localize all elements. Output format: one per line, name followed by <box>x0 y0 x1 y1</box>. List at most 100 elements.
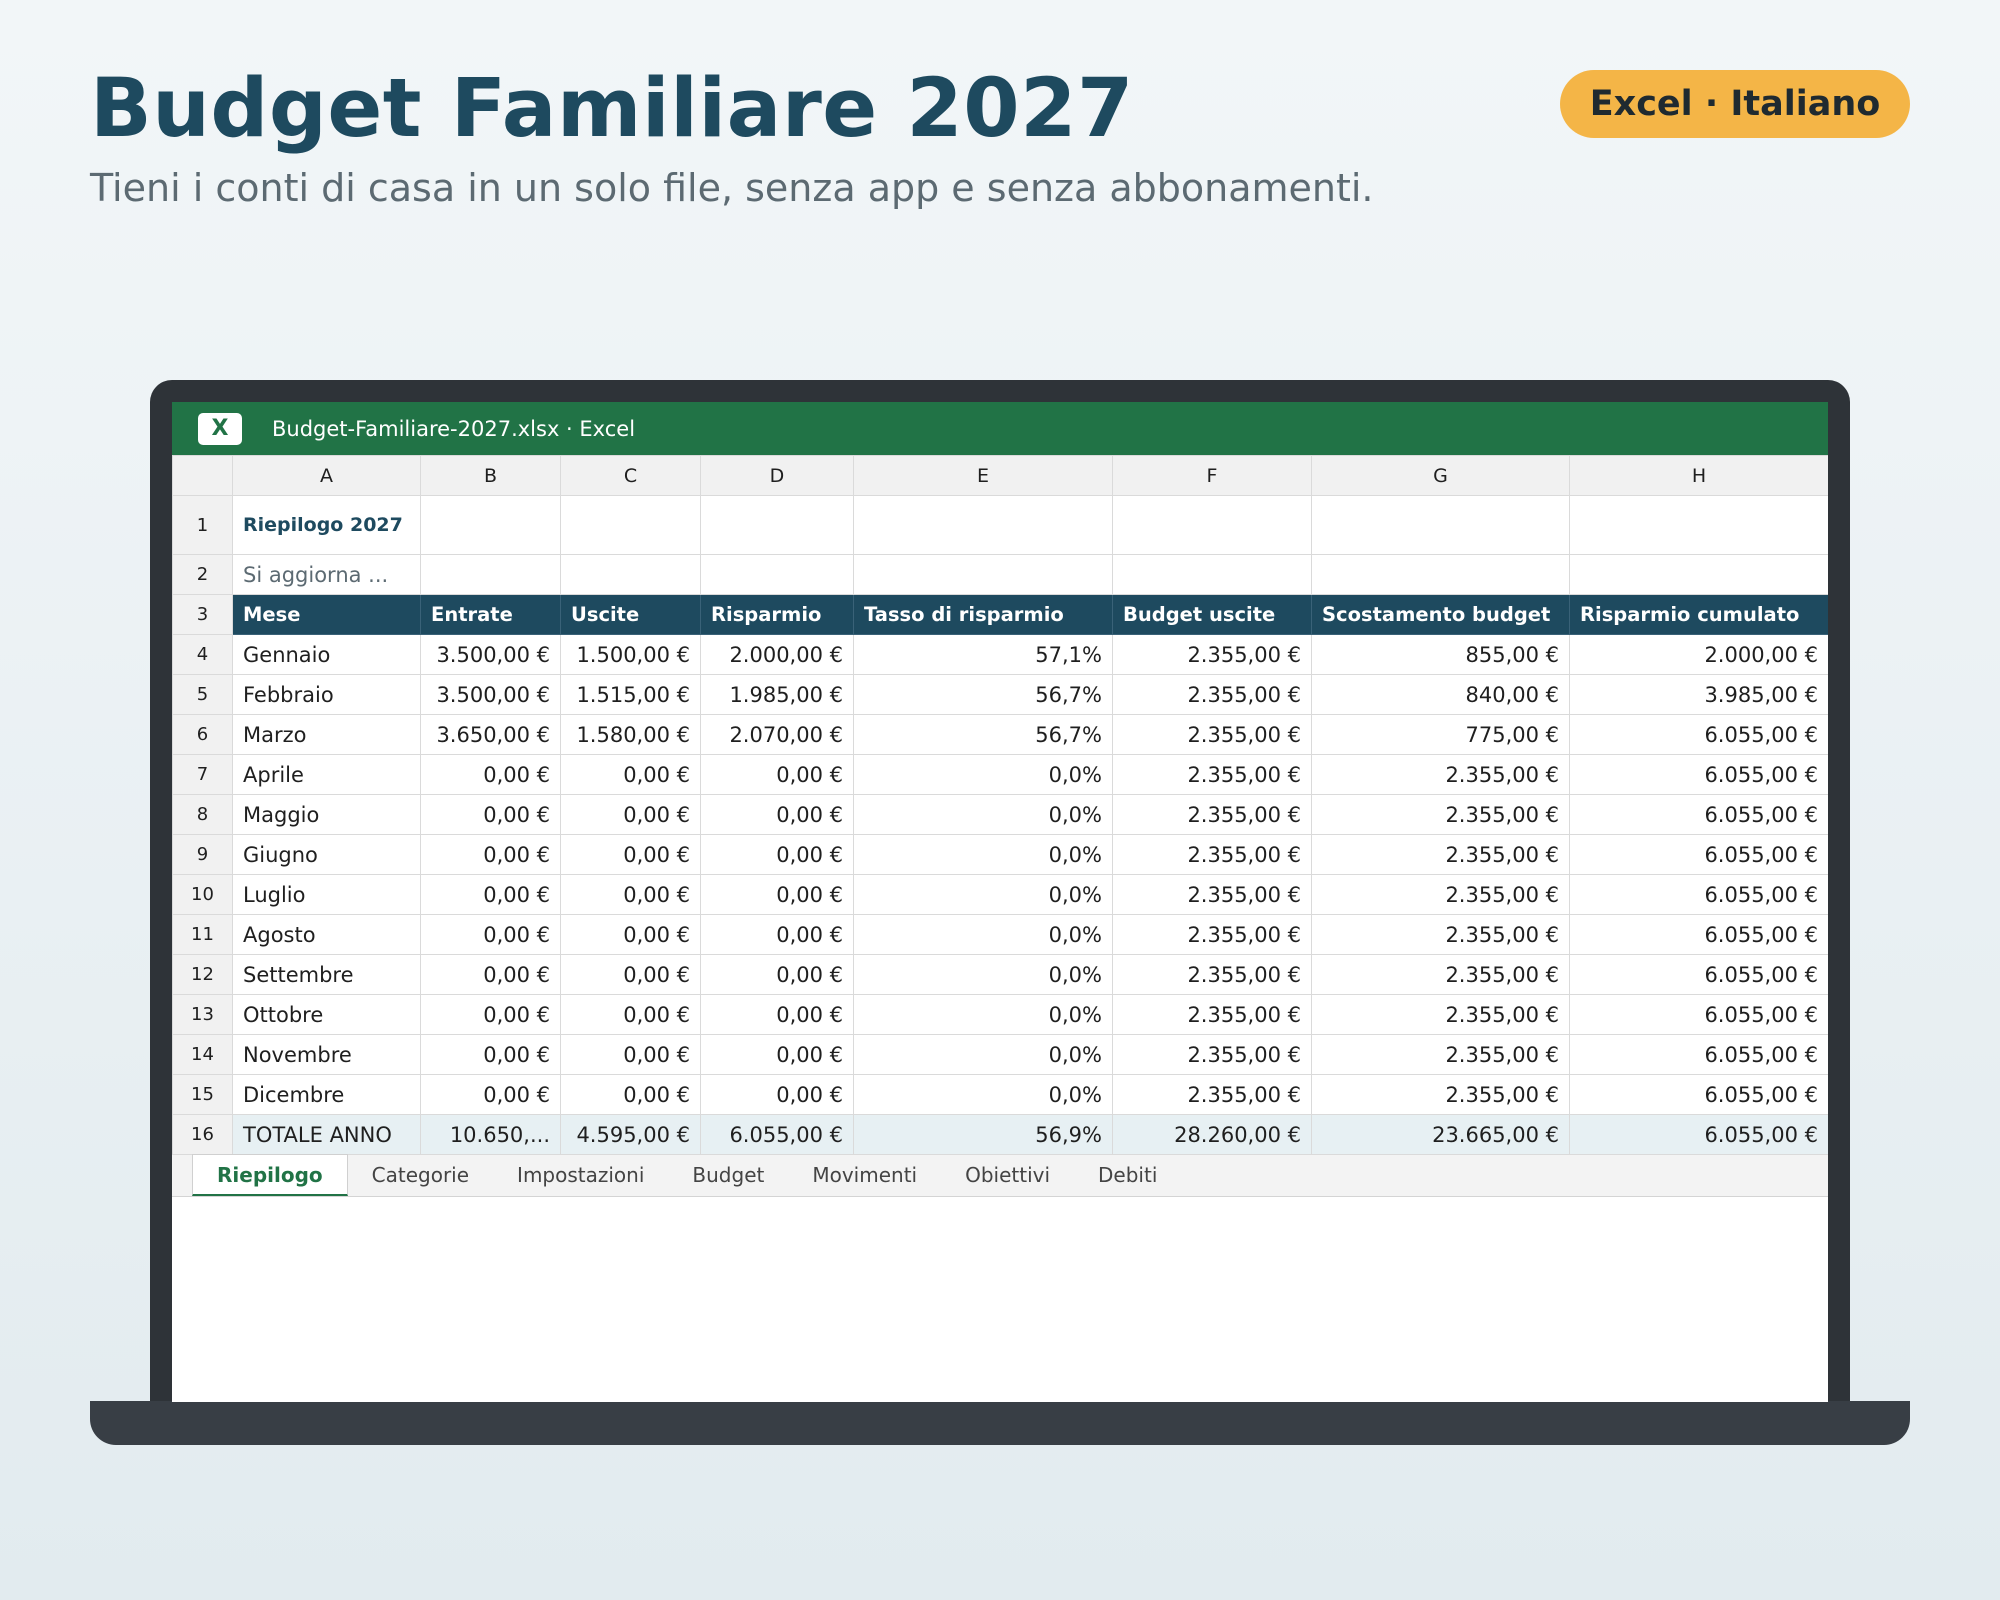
value-cell[interactable]: 0,0% <box>853 954 1113 995</box>
empty-cell[interactable] <box>853 495 1113 555</box>
value-cell[interactable]: 57,1% <box>853 634 1113 675</box>
column-header-h[interactable]: H <box>1569 455 1828 496</box>
empty-cell[interactable] <box>853 554 1113 595</box>
total-value-cell[interactable]: 56,9% <box>853 1114 1113 1155</box>
value-cell[interactable]: 0,00 € <box>560 994 701 1035</box>
value-cell[interactable]: 6.055,00 € <box>1569 874 1828 915</box>
empty-cell[interactable] <box>1311 495 1570 555</box>
month-cell[interactable]: Luglio <box>232 874 421 915</box>
value-cell[interactable]: 2.355,00 € <box>1112 994 1312 1035</box>
row-header[interactable]: 8 <box>172 794 233 835</box>
value-cell[interactable]: 0,0% <box>853 1074 1113 1115</box>
month-cell[interactable]: Febbraio <box>232 674 421 715</box>
select-all-corner[interactable] <box>172 455 233 496</box>
value-cell[interactable]: 0,00 € <box>560 914 701 955</box>
update-note-cell[interactable]: Si aggiorna ... <box>232 554 421 595</box>
value-cell[interactable]: 6.055,00 € <box>1569 794 1828 835</box>
value-cell[interactable]: 2.355,00 € <box>1311 1074 1570 1115</box>
value-cell[interactable]: 0,00 € <box>700 1074 854 1115</box>
value-cell[interactable]: 6.055,00 € <box>1569 1074 1828 1115</box>
column-header-a[interactable]: A <box>232 455 421 496</box>
column-header-f[interactable]: F <box>1112 455 1312 496</box>
value-cell[interactable]: 56,7% <box>853 674 1113 715</box>
sheet-tab-obiettivi[interactable]: Obiettivi <box>941 1154 1074 1196</box>
total-value-cell[interactable]: 23.665,00 € <box>1311 1114 1570 1155</box>
month-cell[interactable]: Marzo <box>232 714 421 755</box>
table-header-cell[interactable]: Risparmio <box>700 594 854 635</box>
value-cell[interactable]: 0,0% <box>853 754 1113 795</box>
value-cell[interactable]: 3.500,00 € <box>420 634 561 675</box>
value-cell[interactable]: 2.070,00 € <box>700 714 854 755</box>
empty-cell[interactable] <box>1311 554 1570 595</box>
empty-cell[interactable] <box>1569 495 1828 555</box>
value-cell[interactable]: 0,00 € <box>560 1074 701 1115</box>
value-cell[interactable]: 6.055,00 € <box>1569 954 1828 995</box>
sheet-tab-categorie[interactable]: Categorie <box>348 1154 493 1196</box>
value-cell[interactable]: 0,00 € <box>420 794 561 835</box>
value-cell[interactable]: 0,00 € <box>420 914 561 955</box>
table-header-cell[interactable]: Scostamento budget <box>1311 594 1570 635</box>
value-cell[interactable]: 0,00 € <box>700 754 854 795</box>
table-header-cell[interactable]: Entrate <box>420 594 561 635</box>
value-cell[interactable]: 0,0% <box>853 1034 1113 1075</box>
table-header-cell[interactable]: Tasso di risparmio <box>853 594 1113 635</box>
value-cell[interactable]: 6.055,00 € <box>1569 754 1828 795</box>
value-cell[interactable]: 0,00 € <box>560 794 701 835</box>
value-cell[interactable]: 6.055,00 € <box>1569 714 1828 755</box>
value-cell[interactable]: 0,00 € <box>420 994 561 1035</box>
month-cell[interactable]: Gennaio <box>232 634 421 675</box>
value-cell[interactable]: 855,00 € <box>1311 634 1570 675</box>
empty-cell[interactable] <box>700 495 854 555</box>
value-cell[interactable]: 2.355,00 € <box>1112 754 1312 795</box>
column-header-c[interactable]: C <box>560 455 701 496</box>
value-cell[interactable]: 0,00 € <box>700 994 854 1035</box>
value-cell[interactable]: 0,00 € <box>700 914 854 955</box>
row-header[interactable]: 5 <box>172 674 233 715</box>
table-header-cell[interactable]: Budget uscite <box>1112 594 1312 635</box>
value-cell[interactable]: 840,00 € <box>1311 674 1570 715</box>
value-cell[interactable]: 2.000,00 € <box>1569 634 1828 675</box>
value-cell[interactable]: 2.355,00 € <box>1112 1034 1312 1075</box>
value-cell[interactable]: 56,7% <box>853 714 1113 755</box>
value-cell[interactable]: 6.055,00 € <box>1569 994 1828 1035</box>
value-cell[interactable]: 0,00 € <box>700 794 854 835</box>
empty-cell[interactable] <box>420 554 561 595</box>
month-cell[interactable]: Giugno <box>232 834 421 875</box>
sheet-tab-movimenti[interactable]: Movimenti <box>788 1154 941 1196</box>
sheet-tab-debiti[interactable]: Debiti <box>1074 1154 1181 1196</box>
value-cell[interactable]: 0,00 € <box>560 834 701 875</box>
row-header[interactable]: 14 <box>172 1034 233 1075</box>
value-cell[interactable]: 0,00 € <box>700 954 854 995</box>
total-value-cell[interactable]: 10.650,... <box>420 1114 561 1155</box>
value-cell[interactable]: 0,00 € <box>560 754 701 795</box>
value-cell[interactable]: 2.355,00 € <box>1311 1034 1570 1075</box>
value-cell[interactable]: 1.985,00 € <box>700 674 854 715</box>
value-cell[interactable]: 0,00 € <box>420 1034 561 1075</box>
row-header[interactable]: 2 <box>172 554 233 595</box>
value-cell[interactable]: 2.355,00 € <box>1311 994 1570 1035</box>
row-header[interactable]: 1 <box>172 495 233 555</box>
row-header[interactable]: 10 <box>172 874 233 915</box>
row-header[interactable]: 6 <box>172 714 233 755</box>
value-cell[interactable]: 1.500,00 € <box>560 634 701 675</box>
value-cell[interactable]: 6.055,00 € <box>1569 1034 1828 1075</box>
value-cell[interactable]: 3.985,00 € <box>1569 674 1828 715</box>
value-cell[interactable]: 2.355,00 € <box>1112 714 1312 755</box>
value-cell[interactable]: 2.355,00 € <box>1112 874 1312 915</box>
value-cell[interactable]: 0,0% <box>853 834 1113 875</box>
sheet-tab-riepilogo[interactable]: Riepilogo <box>192 1154 348 1196</box>
empty-cell[interactable] <box>560 554 701 595</box>
value-cell[interactable]: 775,00 € <box>1311 714 1570 755</box>
column-header-d[interactable]: D <box>700 455 854 496</box>
empty-cell[interactable] <box>700 554 854 595</box>
total-value-cell[interactable]: 6.055,00 € <box>1569 1114 1828 1155</box>
month-cell[interactable]: Dicembre <box>232 1074 421 1115</box>
table-header-cell[interactable]: Risparmio cumulato <box>1569 594 1828 635</box>
row-header[interactable]: 11 <box>172 914 233 955</box>
value-cell[interactable]: 0,00 € <box>420 954 561 995</box>
table-header-cell[interactable]: Mese <box>232 594 421 635</box>
table-header-cell[interactable]: Uscite <box>560 594 701 635</box>
value-cell[interactable]: 0,0% <box>853 874 1113 915</box>
value-cell[interactable]: 2.355,00 € <box>1311 794 1570 835</box>
value-cell[interactable]: 1.580,00 € <box>560 714 701 755</box>
